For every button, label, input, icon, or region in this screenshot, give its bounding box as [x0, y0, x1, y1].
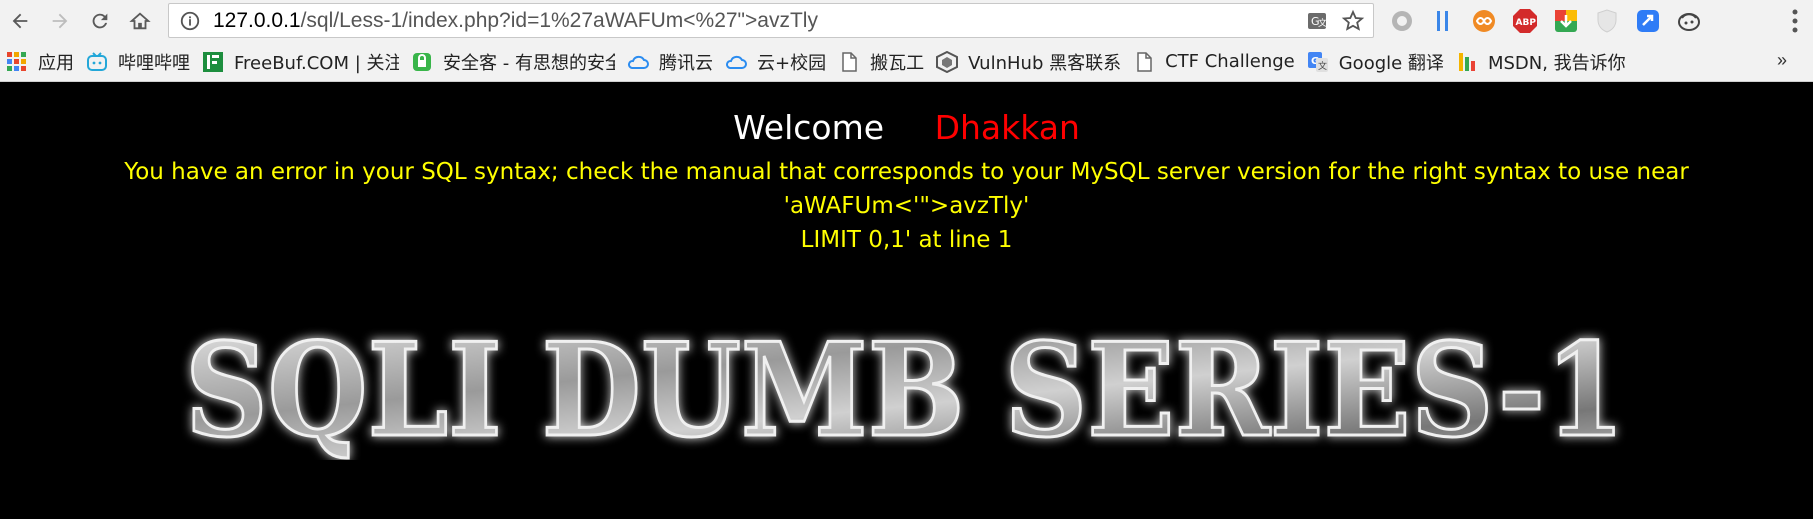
- pause-extension[interactable]: [1429, 7, 1457, 35]
- blue-extension[interactable]: [1634, 7, 1662, 35]
- shield-extension[interactable]: [1593, 7, 1621, 35]
- bookmark-label: 哔哩哔哩: [118, 52, 190, 74]
- extensions-bar: ABP: [1388, 6, 1703, 36]
- cookie-extension[interactable]: [1675, 7, 1703, 35]
- welcome-text: Welcome: [733, 108, 885, 147]
- url-path: /sql/Less-1/index.php?id=1%27aWAFUm<%27"…: [300, 8, 818, 32]
- url-text[interactable]: 127.0.0.1/sql/Less-1/index.php?id=1%27aW…: [213, 9, 818, 33]
- bookmark-bilibili[interactable]: 哔哩哔哩: [80, 42, 196, 82]
- anquanke-icon: [413, 52, 431, 71]
- apps-grid-icon: [7, 51, 26, 71]
- bookmark-label: 应用: [38, 52, 74, 74]
- back-button[interactable]: [0, 0, 40, 42]
- welcome-line: Welcome Dhakkan: [0, 108, 1813, 147]
- page-icon: [842, 51, 857, 72]
- bookmark-freebuf[interactable]: FreeBuf.COM | 关注: [196, 42, 405, 82]
- bookmarks-overflow-button[interactable]: »: [1777, 50, 1787, 71]
- bookmark-label: 云+校园: [757, 52, 827, 74]
- browser-toolbar: 127.0.0.1/sql/Less-1/index.php?id=1%27aW…: [0, 0, 1813, 42]
- download-extension-icon: [1555, 10, 1577, 32]
- blue-extension-icon: [1637, 10, 1659, 32]
- bookmark-label: 腾讯云: [659, 52, 713, 74]
- omnibox-actions: G文: [1305, 9, 1365, 33]
- vulnhub-icon: [936, 50, 959, 73]
- banner-text: SQLI DUMB SERIES-1: [185, 316, 1625, 460]
- svg-text:文: 文: [1318, 60, 1327, 72]
- circle-extension-icon: [1392, 11, 1412, 31]
- sql-error-line-1: You have an error in your SQL syntax; ch…: [124, 159, 1689, 219]
- info-icon[interactable]: [179, 10, 201, 32]
- bookmark-label: FreeBuf.COM | 关注: [234, 52, 399, 74]
- home-button[interactable]: [120, 0, 160, 42]
- sql-error-message: You have an error in your SQL syntax; ch…: [0, 155, 1813, 257]
- star-icon[interactable]: [1341, 9, 1365, 33]
- bookmark-label: MSDN, 我告诉你: [1487, 52, 1626, 74]
- cloud-campus-icon: [726, 55, 747, 69]
- shield-extension-icon: [1597, 9, 1617, 33]
- reload-icon: [92, 13, 108, 29]
- translate-icon[interactable]: G文: [1305, 9, 1329, 33]
- arrow-right-icon: [52, 13, 68, 29]
- bookmark-ctf-challenge[interactable]: CTF Challenge: [1127, 42, 1301, 82]
- bookmarks-bar: 应用 哔哩哔哩 FreeBuf.COM | 关注 安全客 - 有思想的安全 腾讯…: [0, 42, 1813, 82]
- address-bar[interactable]: 127.0.0.1/sql/Less-1/index.php?id=1%27aW…: [168, 3, 1374, 38]
- adblock-plus-icon: ABP: [1513, 9, 1537, 33]
- reload-button[interactable]: [80, 0, 120, 42]
- arrow-left-icon: [12, 13, 28, 29]
- bookmark-banwagong[interactable]: 搬瓦工: [832, 42, 930, 82]
- bookmark-label: CTF Challenge: [1165, 51, 1295, 72]
- forward-button[interactable]: [40, 0, 80, 42]
- bookmark-google-translate[interactable]: G文 Google 翻译: [1301, 42, 1450, 82]
- infinity-extension-icon: [1473, 10, 1495, 32]
- bookmark-tencent-cloud[interactable]: 腾讯云: [621, 42, 719, 82]
- bookmark-vulnhub[interactable]: VulnHub 黑客联系: [930, 42, 1127, 82]
- bookmark-msdn[interactable]: MSDN, 我告诉你: [1450, 42, 1632, 82]
- adblock-plus[interactable]: ABP: [1511, 7, 1539, 35]
- bilibili-icon: [87, 51, 107, 71]
- bookmark-cloud-campus[interactable]: 云+校园: [719, 42, 832, 82]
- download-extension[interactable]: [1552, 7, 1580, 35]
- pause-extension-icon: [1437, 11, 1448, 31]
- tencent-cloud-icon: [628, 55, 649, 69]
- infinity-extension[interactable]: [1470, 7, 1498, 35]
- circle-extension[interactable]: [1388, 7, 1416, 35]
- google-translate-icon: G文: [1307, 51, 1328, 72]
- bookmark-label: Google 翻译: [1338, 52, 1444, 74]
- sql-error-line-2: LIMIT 0,1' at line 1: [800, 227, 1013, 253]
- msdn-icon: [1458, 52, 1475, 71]
- cookie-extension-icon: [1678, 13, 1700, 31]
- bookmark-anquanke[interactable]: 安全客 - 有思想的安全: [405, 42, 621, 82]
- more-vert-icon[interactable]: [1791, 8, 1799, 34]
- url-host: 127.0.0.1: [213, 8, 301, 32]
- bookmark-label: 安全客 - 有思想的安全: [443, 52, 615, 74]
- svg-text:ABP: ABP: [1516, 18, 1537, 28]
- freebuf-icon: [203, 51, 223, 72]
- bookmark-label: VulnHub 黑客联系: [968, 52, 1122, 74]
- username-text: Dhakkan: [934, 108, 1080, 147]
- page-icon: [1137, 51, 1152, 72]
- home-icon: [129, 12, 151, 30]
- svg-text:文: 文: [1318, 17, 1327, 29]
- sqli-dumb-series-banner: SQLI DUMB SERIES-1: [184, 315, 1627, 461]
- bookmark-label: 搬瓦工: [870, 52, 925, 74]
- bookmark-apps[interactable]: 应用: [0, 42, 80, 82]
